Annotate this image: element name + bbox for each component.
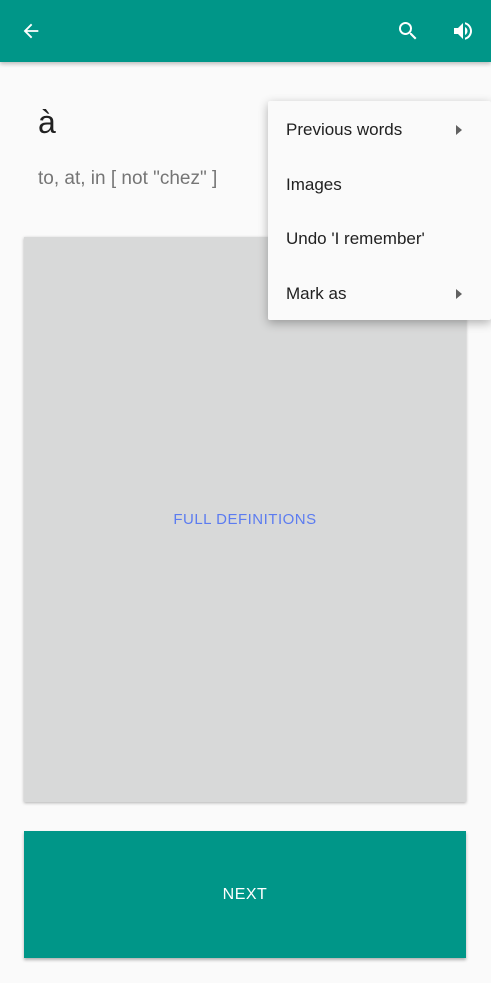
word-title: à <box>38 104 56 140</box>
submenu-arrow-icon <box>456 125 462 135</box>
menu-item-label: Undo 'I remember' <box>286 229 425 248</box>
menu-item-mark-as[interactable]: Mark as <box>268 267 491 321</box>
menu-item-label: Previous words <box>286 120 403 139</box>
back-arrow-icon[interactable] <box>11 11 51 51</box>
menu-item-undo-remember[interactable]: Undo 'I remember' <box>268 212 491 266</box>
overflow-menu: Previous words Images Undo 'I remember' … <box>268 101 491 320</box>
app-bar <box>0 0 491 62</box>
menu-item-label: Images <box>286 175 342 194</box>
next-button[interactable]: NEXT <box>24 831 466 958</box>
menu-item-label: Mark as <box>286 284 347 303</box>
menu-item-images[interactable]: Images <box>268 158 491 212</box>
word-meaning: to, at, in [ not "chez" ] <box>38 168 218 189</box>
volume-icon[interactable] <box>443 11 483 51</box>
definition-card: FULL DEFINITIONS <box>24 237 466 802</box>
search-icon[interactable] <box>388 11 428 51</box>
submenu-arrow-icon <box>456 289 462 299</box>
menu-item-previous-words[interactable]: Previous words <box>268 103 491 157</box>
full-definitions-link[interactable]: FULL DEFINITIONS <box>24 511 466 528</box>
